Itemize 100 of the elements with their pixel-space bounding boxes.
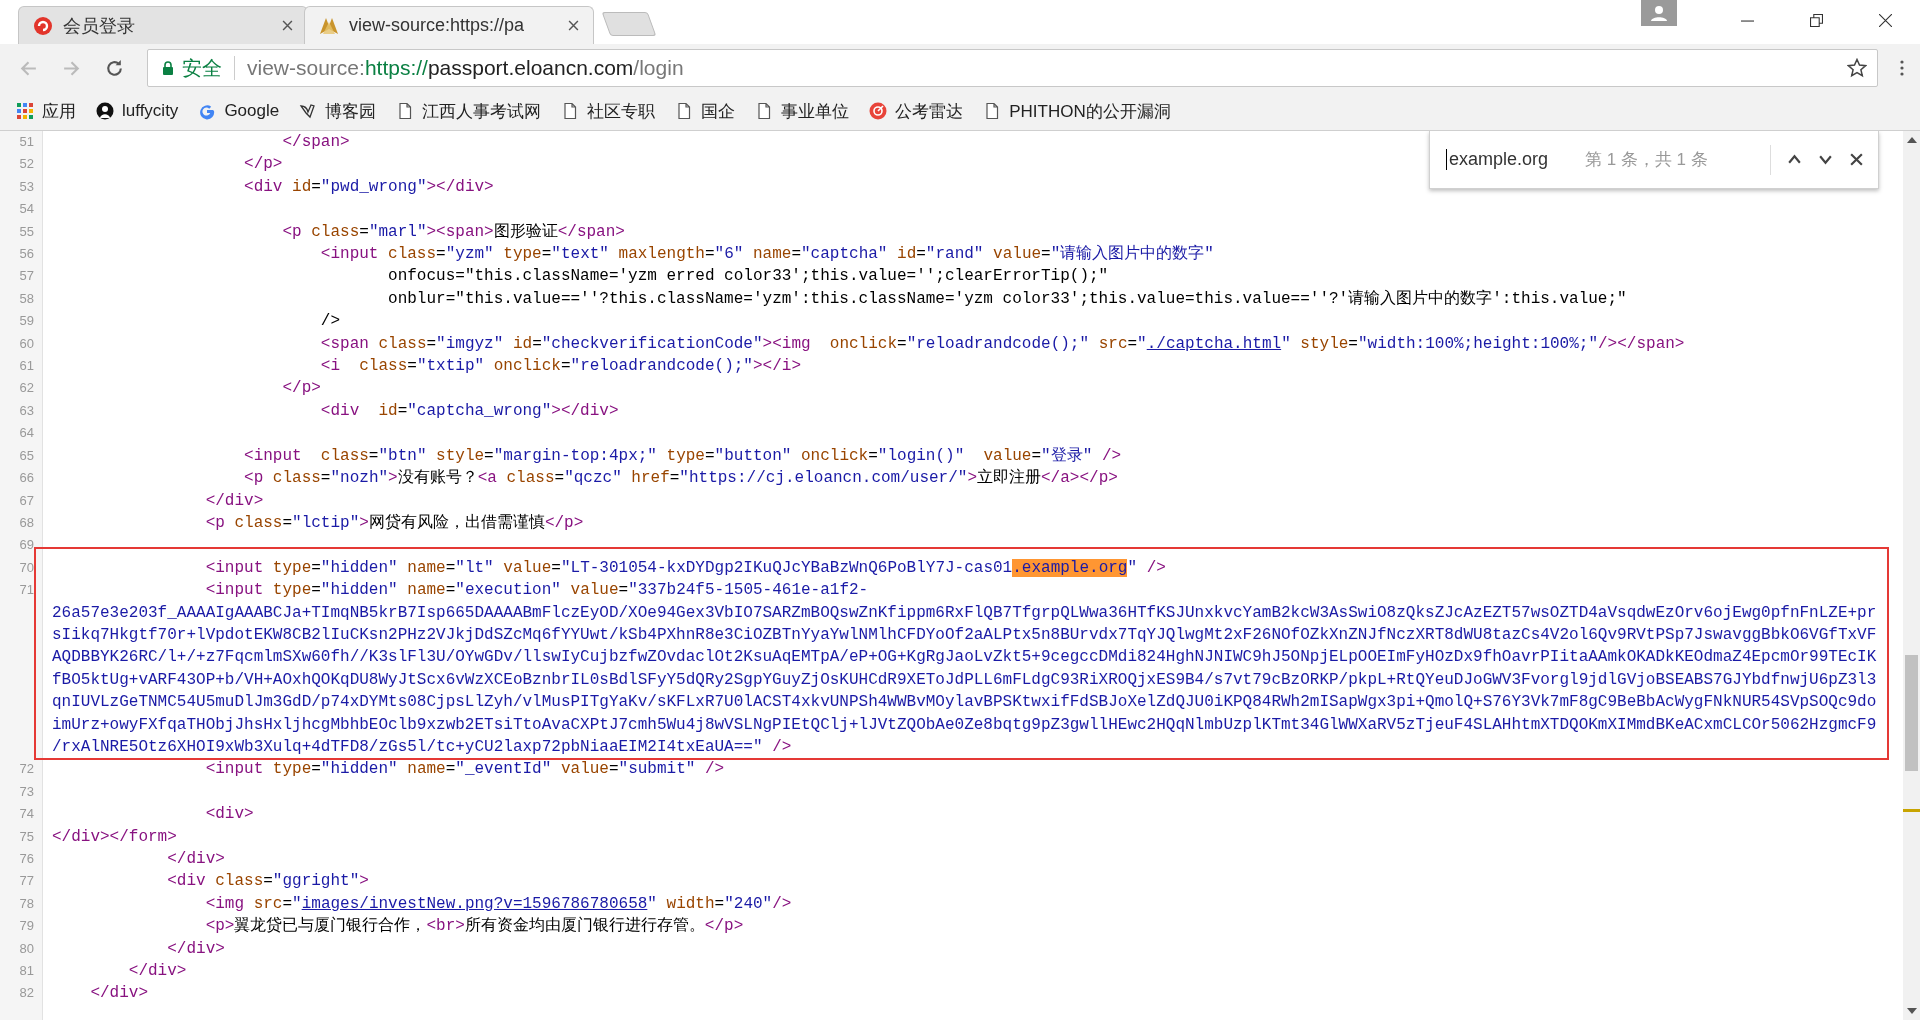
code-line: </p> bbox=[281, 378, 321, 400]
code-line: /> bbox=[319, 311, 341, 333]
code-line: <p class="marl"><span>图形验证</span> bbox=[281, 221, 625, 243]
line-number: 51 bbox=[18, 133, 35, 151]
code-line: <input type="hidden" name="execution" value="337b24f5-1505-461e-a1f2-26a57e3e203f_AAAAIgAAABCJa+TImqNB5krB7Isp665DAAAABmFlczEyOD/XOe94Gex3VbIO7SARZmBOQswZnKfippm6RxFlQB7TfgrpQLWwa36HTfKSJUnxkvcYamB2kcW3AsSwiO8zQksZJcAzEZT57wsOZTD4aVsqdwEzOrv6ojEwg0pfnFnLZE+prsIikq7Hkgtf70r+lVpdotEKW8CB2lIuCKsn2PHz2VJkjDdSZcMq6fYYUwt/kSb4PXhnR8e3CiOZBTnYyaYwlNMlhCFDYoOf2aALPtx5n8BUrvdx7TqYJQlwgMt2xF26NOfOZkXnZNJfNczXRT8dWU8tazCs4V2ol6Qv9RVtPSp7JswavggBbkO6VGfTxVFAQDBBYK26RC/l+/+z7FqcmlmSXw60fh//K3slFl3U/OYwGDv/llswIyCujbzfwZOvdaclOt2KsuAqEMTpA/eP+OG+KgRgJaoLvZkt5+9cegccDMdi824HghNJNIWC9hJ5ONpjELpOOEImFyHOzDx9fhOavrPIitaAAmkOKADkKEOdmaZ4EpcmOr99TEcIKfBO5ktUg+vARF43OP+b/VH+AOxhQOKqDU8WyJtScx6vWzXCEoBznbrIL0sBdlSFyY5dQRy2SgpYGuyZjOsKUHCdR9XEToJdPLL6mFLdgC93RiXROQjxES9B4/s7vt79cBzORKP/pkpL+RtQYeuDJoGWV3Fvorgl9jdlGVjoBSEABS7GJYbdfnwjU6pZ3l3qnIUVLzGeTNMC54U5muDlJm3GdD/p74xDYMts08CjpsLlZyh/vlMusPITgYaKv/sKFLxR7U0lACST4xkvUNPSh4WWBvMOylavBPSKtwxifFdSBJoXelZdQJU0iKPQ84RWh2mISapWgx3pi+QmolQ+S76Y3Vk7mF8gC9BeBbAcWygFNkNUR54SVpSOQc9doimUrz+owyFXfqaTHObjJhsHxljhcgMbhbEOclb9xzwb2ETsiTtoAvaCXPtJ7cmh5Wu4j8wVSLNgPIEtQClj+lJVtZQObAe0Ze8bqtg9pZ3gwllHEwc2HQqNlmbUzplKTmt34GlWWXaRV5zTjeuF4SLAHhtmXTDQOKmXIMmdBKeACxmCLCOr5062HzgmcF9/rxAlNRE5Otz6XHOI9xWb3Xulq+4dTFD8/zGs5l/tc+yCU2laxp72pbNiaaEIM2I4txEaUA==" /> bbox=[52, 580, 1878, 758]
code-line: </div> bbox=[166, 849, 225, 870]
line-number: 72 bbox=[18, 760, 35, 779]
bookmark-item[interactable]: PHITHON的公开漏洞 bbox=[983, 99, 1171, 123]
tab-title: view-source:https://pa bbox=[349, 15, 526, 36]
person-silhouette-icon bbox=[96, 102, 114, 120]
user-profile-icon[interactable] bbox=[1641, 0, 1677, 26]
code-line: <i class="txtip" onclick="reloadrandcode();"></i> bbox=[319, 356, 801, 378]
line-number: 73 bbox=[18, 782, 35, 801]
apps-grid-icon bbox=[16, 102, 34, 120]
line-number: 70 bbox=[18, 558, 35, 577]
line-number: 82 bbox=[18, 984, 35, 1003]
bookmark-item[interactable]: 事业单位 bbox=[755, 99, 850, 123]
code-line: <div> bbox=[204, 804, 254, 826]
g-letter-icon bbox=[198, 102, 217, 120]
line-number: 75 bbox=[18, 827, 35, 846]
code-line: <div id="pwd_wrong"></div> bbox=[243, 176, 494, 198]
line-number: 58 bbox=[18, 289, 35, 308]
line-number: 62 bbox=[18, 379, 35, 398]
code-line: <input class="btn" style="margin-top:4px;" type="button" onclick="login()" value="登录" /> bbox=[243, 445, 1122, 467]
find-field[interactable]: example.org bbox=[1446, 149, 1569, 170]
radar-icon bbox=[869, 102, 888, 120]
code-link[interactable]: ./captcha.html bbox=[1146, 334, 1282, 353]
scroll-up-icon[interactable] bbox=[1906, 137, 1917, 143]
bird-icon bbox=[299, 102, 318, 120]
bookmark-star-icon[interactable] bbox=[1847, 58, 1867, 78]
line-number: 79 bbox=[18, 917, 35, 936]
code-line: </div></form> bbox=[52, 826, 177, 848]
code-line: <div class="ggright"> bbox=[166, 871, 369, 893]
menu-icon[interactable] bbox=[1900, 60, 1904, 76]
line-number: 65 bbox=[18, 446, 35, 465]
code-line: </div> bbox=[89, 983, 148, 1005]
line-number: 80 bbox=[18, 939, 35, 958]
code-line: <img src="images/investNew.png?v=1596786780658" width="240"/> bbox=[204, 893, 792, 915]
bookmark-item[interactable]: Google bbox=[198, 101, 280, 121]
line-number: 76 bbox=[18, 850, 35, 868]
close-icon[interactable] bbox=[282, 20, 293, 31]
line-number: 61 bbox=[18, 357, 35, 376]
line-number: 69 bbox=[18, 536, 35, 555]
code-line: <p>翼龙贷已与厦门银行合作，<br>所有资金均由厦门银行进行存管。</p> bbox=[204, 915, 744, 938]
line-number: 53 bbox=[18, 177, 35, 196]
bookmark-item[interactable]: luffycity bbox=[96, 101, 179, 121]
code-line: onblur="this.value==''?this.className='yzm':this.className='yzm color33';this.value=this.value==''?'请输入图片中的数字':this.value;" bbox=[387, 288, 1627, 310]
scrollbar[interactable] bbox=[1903, 131, 1920, 1020]
scrollbar-thumb[interactable] bbox=[1905, 655, 1918, 771]
line-number: 59 bbox=[18, 312, 35, 331]
code-line: </div> bbox=[204, 490, 264, 512]
reload-icon[interactable] bbox=[104, 57, 125, 79]
line-number: 60 bbox=[18, 334, 35, 353]
line-number: 54 bbox=[18, 200, 35, 219]
line-number: 68 bbox=[18, 513, 35, 532]
code-line: <p class="lctip">网贷有风险，出借需谨慎</p> bbox=[204, 512, 584, 534]
close-icon[interactable] bbox=[1879, 14, 1892, 27]
close-icon[interactable] bbox=[568, 20, 579, 31]
code-line: <p class="nozh">没有账号？<a class="qczc" href="https://cj.eloancn.com/user/">立即注册</a></p> bbox=[243, 467, 1118, 490]
line-number: 74 bbox=[18, 805, 35, 824]
code-line: </span> bbox=[281, 132, 350, 153]
code-line: </div> bbox=[166, 938, 225, 960]
close-icon[interactable] bbox=[1849, 152, 1864, 167]
lock-icon bbox=[162, 61, 174, 75]
browser-tab[interactable]: view-source:https://pa bbox=[304, 6, 594, 44]
code-line: <div id="captcha_wrong"></div> bbox=[319, 400, 619, 422]
line-number: 66 bbox=[18, 469, 35, 488]
line-number: 78 bbox=[18, 894, 35, 913]
bookmark-item[interactable]: 江西人事考试网 bbox=[396, 99, 542, 123]
bookmark-item[interactable]: 公考雷达 bbox=[869, 99, 964, 123]
bookmark-item[interactable]: 应用 bbox=[16, 99, 76, 123]
tab-title: 会员登录 bbox=[63, 14, 136, 38]
code-line: <span class="imgyz" id="checkverificationCode"><img onclick="reloadrandcode();" src="./captcha.html" style="width:100%;height:100%;"/></span> bbox=[319, 333, 1685, 355]
match-marker bbox=[1903, 809, 1920, 812]
code-line: </div> bbox=[127, 961, 187, 983]
scroll-down-icon[interactable] bbox=[1906, 1008, 1917, 1014]
bookmark-item[interactable]: 博客园 bbox=[299, 99, 377, 123]
code-link[interactable]: images/investNew.png?v=1596786780658 bbox=[301, 894, 648, 913]
line-number: 81 bbox=[18, 962, 35, 981]
bookmark-item[interactable]: 社区专职 bbox=[561, 99, 656, 123]
bookmark-item[interactable]: 国企 bbox=[675, 99, 736, 123]
code-line: <input class="yzm" type="text" maxlength="6" name="captcha" id="rand" value="请输入图片中的数字" bbox=[319, 243, 1214, 266]
line-number: 57 bbox=[18, 267, 35, 286]
line-number: 71 bbox=[18, 581, 35, 600]
line-number: 52 bbox=[18, 155, 35, 174]
line-number: 56 bbox=[18, 245, 35, 264]
code-line: </p> bbox=[243, 154, 283, 176]
swirl-logo-icon bbox=[33, 15, 53, 36]
match-count: 第 1 条，共 1 条 bbox=[1585, 149, 1709, 171]
line-number: 77 bbox=[18, 872, 35, 891]
security-label: 安全 bbox=[182, 55, 222, 81]
address-bar[interactable]: 安全 view-source:https://passport.eloancn.com/login bbox=[147, 49, 1878, 87]
line-number: 55 bbox=[18, 222, 35, 241]
line-number: 63 bbox=[18, 401, 35, 420]
line-number: 67 bbox=[18, 491, 35, 510]
line-number: 64 bbox=[18, 424, 35, 443]
code-line: <input type="hidden" name="_eventId" value="submit" /> bbox=[204, 759, 725, 781]
code-line: onfocus="this.className='yzm erred color33';this.value='';clearErrorTip();" bbox=[387, 266, 1109, 288]
code-line: <input type="hidden" name="lt" value="LT-301054-kxDYDgp2IKuQJcYBaBzWnQ6PoBlY7J-cas01.example.org" /> bbox=[204, 557, 1166, 579]
restore-icon[interactable] bbox=[1810, 14, 1823, 27]
